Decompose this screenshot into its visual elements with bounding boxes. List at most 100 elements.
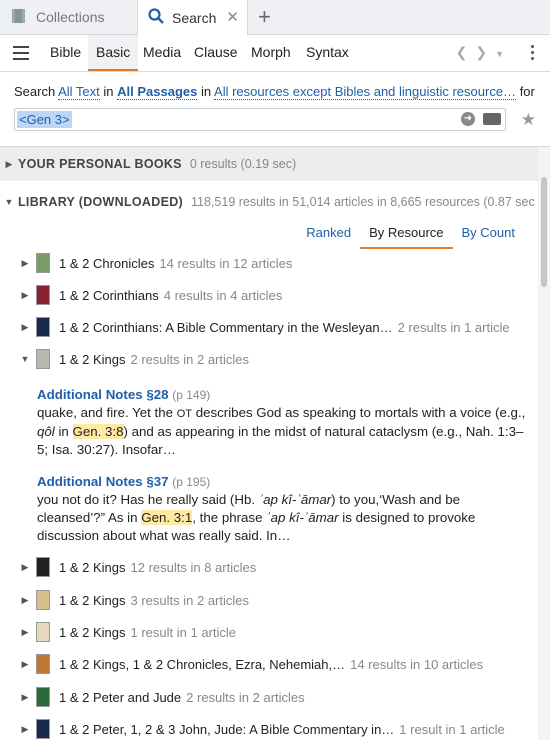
book-cover-icon — [36, 687, 50, 707]
result-row[interactable]: ▶ 1 & 2 Chronicles 14 results in 12 arti… — [0, 248, 538, 278]
caret-right-icon[interactable]: ▶ — [16, 724, 34, 735]
result-count: 12 results in 8 articles — [130, 559, 257, 575]
tab-collections[interactable]: Collections — [0, 0, 138, 34]
result-title[interactable]: 1 & 2 Kings, 1 & 2 Chronicles, Ezra, Neh… — [59, 657, 345, 672]
group-library[interactable]: ▼ LIBRARY (DOWNLOADED) 118,519 results i… — [0, 185, 538, 219]
result-row[interactable]: ▶ 1 & 2 Kings 12 results in 8 articles — [0, 552, 538, 582]
result-count: 2 results in 2 articles — [130, 351, 250, 367]
search-input-value: <Gen 3> — [17, 111, 72, 128]
book-cover-icon — [36, 253, 50, 273]
resource-selector[interactable]: All resources except Bibles and linguist… — [214, 84, 517, 100]
book-cover-icon — [36, 654, 50, 674]
sort-by-count[interactable]: By Count — [453, 219, 524, 249]
tab-search-label: Search — [172, 9, 217, 26]
result-row[interactable]: ▶ 1 & 2 Kings, 1 & 2 Chronicles, Ezra, N… — [0, 649, 538, 679]
new-tab-button[interactable]: + — [258, 4, 271, 30]
query-in-1: in — [103, 84, 114, 99]
result-title[interactable]: 1 & 2 Corinthians — [59, 288, 159, 303]
close-icon[interactable]: ✕ — [226, 8, 239, 26]
caret-down-icon[interactable]: ▼ — [0, 197, 18, 207]
sort-ranked[interactable]: Ranked — [297, 219, 360, 249]
snippet-page: (p 195) — [172, 475, 211, 489]
result-row[interactable]: ▶ 1 & 2 Corinthians: A Bible Commentary … — [0, 312, 538, 342]
result-count: 4 results in 4 articles — [163, 287, 283, 303]
caret-right-icon[interactable]: ▶ — [16, 562, 34, 573]
book-cover-icon — [36, 622, 50, 642]
caret-right-icon[interactable]: ▶ — [16, 627, 34, 638]
passage-selector[interactable]: All Passages — [117, 84, 198, 100]
caret-right-icon[interactable]: ▶ — [0, 159, 18, 170]
book-cover-icon — [36, 349, 50, 369]
caret-right-icon[interactable]: ▶ — [16, 692, 34, 703]
tab-search[interactable]: Search ✕ — [138, 0, 248, 35]
result-count: 1 result in 1 article — [399, 721, 505, 737]
more-options-icon[interactable] — [531, 45, 535, 63]
result-count: 2 results in 2 articles — [186, 689, 305, 705]
query-prefix: Search — [14, 84, 56, 99]
caret-right-icon[interactable]: ▶ — [16, 595, 34, 606]
caret-right-icon[interactable]: ▶ — [16, 659, 34, 670]
chevron-down-icon[interactable]: ▼ — [495, 49, 512, 59]
caret-right-icon[interactable]: ▶ — [16, 322, 34, 333]
favorite-star-icon[interactable]: ★ — [521, 110, 536, 130]
result-snippet[interactable]: Additional Notes §28 (p 149) quake, and … — [37, 386, 531, 459]
query-in-2: in — [201, 84, 212, 99]
tab-morph[interactable]: Morph — [243, 35, 299, 71]
result-count: 3 results in 2 articles — [130, 592, 250, 608]
caret-down-icon[interactable]: ▼ — [16, 354, 34, 364]
book-cover-icon — [36, 719, 50, 739]
results-scrollbar[interactable] — [538, 147, 550, 740]
search-input[interactable]: <Gen 3> ➜ — [14, 108, 506, 131]
result-row[interactable]: ▶ 1 & 2 Peter, 1, 2 & 3 John, Jude: A Bi… — [0, 714, 538, 740]
result-title[interactable]: 1 & 2 Kings — [59, 352, 126, 367]
result-row[interactable]: ▶ 1 & 2 Kings 3 results in 2 articles — [0, 585, 538, 615]
query-suffix: for — [519, 84, 535, 99]
result-snippet[interactable]: Additional Notes §37 (p 195) you not do … — [37, 473, 531, 545]
tab-bible[interactable]: Bible — [42, 35, 89, 71]
snippet-text: you not do it? Has he really said (Hb. ʾ… — [37, 492, 476, 543]
result-title[interactable]: 1 & 2 Kings — [59, 625, 126, 640]
keyboard-icon[interactable] — [483, 113, 501, 125]
collections-icon — [12, 8, 28, 26]
result-row[interactable]: ▶ 1 & 2 Kings 1 result in 1 article — [0, 617, 538, 647]
sort-by-resource[interactable]: By Resource — [360, 219, 453, 249]
group-personal-books[interactable]: ▶ YOUR PERSONAL BOOKS 0 results (0.19 se… — [0, 147, 538, 181]
result-row[interactable]: ▶ 1 & 2 Peter and Jude 2 results in 2 ar… — [0, 682, 538, 712]
book-cover-icon — [36, 317, 50, 337]
caret-right-icon[interactable]: ▶ — [16, 290, 34, 301]
tab-syntax[interactable]: Syntax — [298, 35, 357, 71]
search-kind-bar: Bible Basic Media Clause Morph Syntax ❮❯… — [0, 35, 550, 72]
search-icon — [148, 8, 164, 27]
result-title[interactable]: 1 & 2 Peter, 1, 2 & 3 John, Jude: A Bibl… — [59, 722, 394, 737]
result-title[interactable]: 1 & 2 Chronicles — [59, 256, 154, 271]
history-arrows[interactable]: ❮❯▼ — [456, 44, 512, 61]
result-count: 1 result in 1 article — [130, 624, 237, 640]
snippet-heading[interactable]: Additional Notes §28 — [37, 387, 169, 402]
result-title[interactable]: 1 & 2 Corinthians: A Bible Commentary in… — [59, 320, 393, 335]
result-row-expanded[interactable]: ▼ 1 & 2 Kings 2 results in 2 articles — [0, 344, 538, 374]
result-title[interactable]: 1 & 2 Peter and Jude — [59, 690, 181, 705]
highlight-reference[interactable]: Gen. 3:8 — [72, 424, 124, 439]
result-title[interactable]: 1 & 2 Kings — [59, 560, 126, 575]
caret-right-icon[interactable]: ▶ — [16, 258, 34, 269]
result-row[interactable]: ▶ 1 & 2 Corinthians 4 results in 4 artic… — [0, 280, 538, 310]
tab-clause[interactable]: Clause — [186, 35, 246, 71]
result-count: 2 results in 1 article — [397, 319, 510, 335]
search-field-selector[interactable]: All Text — [58, 84, 100, 100]
result-count: 14 results in 10 articles — [350, 656, 484, 672]
go-icon[interactable]: ➜ — [461, 112, 475, 126]
tab-media[interactable]: Media — [135, 35, 189, 71]
book-cover-icon — [36, 590, 50, 610]
forward-icon[interactable]: ❯ — [475, 44, 495, 60]
highlight-reference[interactable]: Gen. 3:1 — [141, 510, 193, 525]
menu-icon[interactable] — [13, 46, 29, 64]
tab-basic[interactable]: Basic — [88, 35, 139, 71]
snippet-heading[interactable]: Additional Notes §37 — [37, 474, 169, 489]
book-cover-icon — [36, 285, 50, 305]
scrollbar-thumb[interactable] — [541, 177, 547, 287]
back-icon[interactable]: ❮ — [456, 44, 476, 60]
tab-bar: Collections Search ✕ + — [0, 0, 550, 35]
result-title[interactable]: 1 & 2 Kings — [59, 593, 126, 608]
sort-tabs: Ranked By Resource By Count — [297, 219, 524, 249]
group-title: LIBRARY (DOWNLOADED) — [18, 195, 184, 209]
